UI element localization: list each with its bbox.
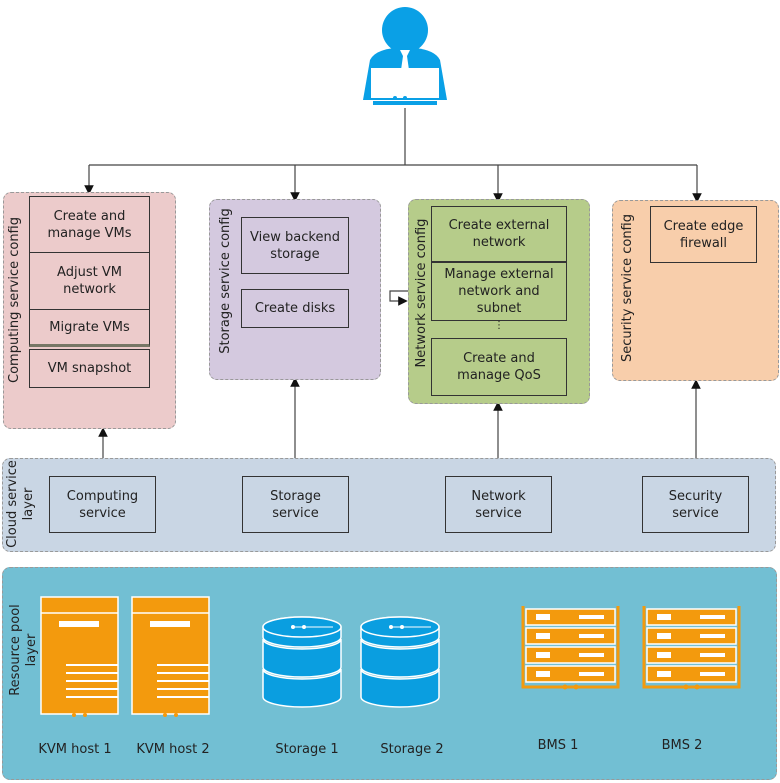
- config-item-create-disks[interactable]: Create disks: [241, 289, 349, 328]
- storage-service-box[interactable]: Storage service: [242, 476, 349, 533]
- security-service-box[interactable]: Security service: [642, 476, 749, 533]
- resource-layer-title-line2: layer: [24, 633, 39, 667]
- resource-layer-title-line1: Resource pool: [8, 604, 23, 696]
- computing-service-box[interactable]: Computing service: [49, 476, 156, 533]
- config-item-create-external-network[interactable]: Create external network: [431, 206, 567, 263]
- resource-label-storage-1: Storage 1: [275, 742, 339, 757]
- network-service-box[interactable]: Network service: [445, 476, 552, 533]
- computing-config-title: Computing service config: [7, 217, 22, 383]
- resource-label-kvm-host-2: KVM host 2: [136, 742, 210, 757]
- config-item-create-edge-firewall[interactable]: Create edge firewall: [650, 206, 757, 263]
- security-config-title: Security service config: [620, 214, 635, 362]
- config-item-vm-snapshot[interactable]: VM snapshot: [29, 349, 150, 388]
- resource-label-bms-2: BMS 2: [661, 738, 703, 753]
- config-item-migrate-vms[interactable]: Migrate VMs: [29, 309, 150, 347]
- ellipsis-more-items: ⋮: [494, 320, 504, 331]
- config-item-create-manage-qos[interactable]: Create and manage QoS: [431, 338, 567, 396]
- cloud-layer-title-line2: layer: [21, 487, 36, 521]
- cloud-layer-title-line1: Cloud service: [5, 460, 20, 548]
- resource-label-storage-2: Storage 2: [380, 742, 444, 757]
- config-item-manage-external-network-subnet[interactable]: Manage external network and subnet: [431, 263, 567, 321]
- config-item-view-backend-storage[interactable]: View backend storage: [241, 217, 349, 274]
- config-item-create-manage-vms[interactable]: Create and manage VMs: [29, 196, 150, 253]
- config-item-adjust-vm-network[interactable]: Adjust VM network: [29, 252, 150, 310]
- resource-label-bms-1: BMS 1: [537, 738, 579, 753]
- cloud-layer-title: Cloud service layer: [5, 458, 37, 550]
- storage-config-title: Storage service config: [218, 208, 233, 354]
- network-config-title: Network service config: [414, 218, 429, 368]
- resource-layer-title: Resource pool layer: [8, 600, 40, 700]
- resource-label-kvm-host-1: KVM host 1: [38, 742, 112, 757]
